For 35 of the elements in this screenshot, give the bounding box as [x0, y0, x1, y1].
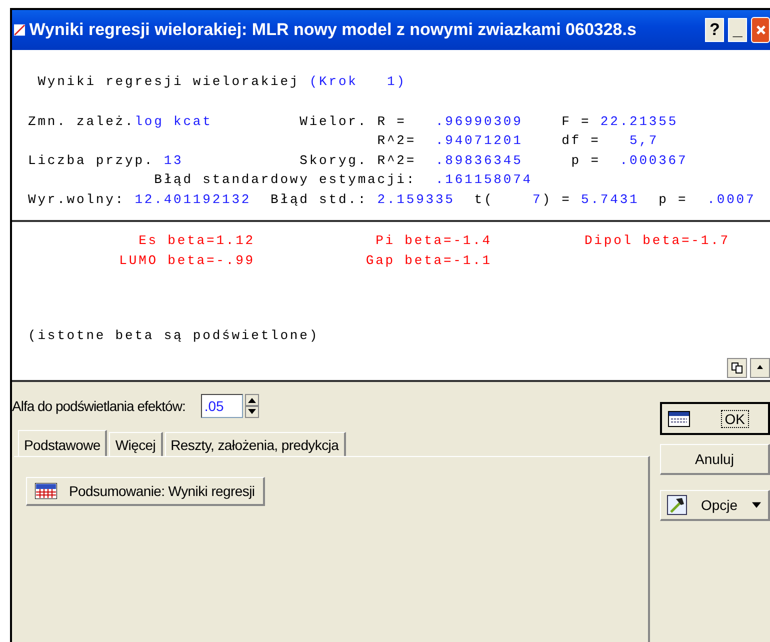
summary-button[interactable]: Podsumowanie: Wyniki regresji: [26, 477, 265, 506]
chart-icon: [14, 22, 26, 38]
minimize-button[interactable]: _: [728, 18, 748, 42]
beta-text: LUMO beta=-.99: [119, 252, 255, 270]
cancel-button[interactable]: Anuluj: [660, 444, 770, 475]
copy-button[interactable]: [727, 358, 747, 378]
close-icon: [754, 24, 767, 36]
copy-icon: [731, 362, 743, 374]
report-line: Wyr.wolny: 12.401192132 Błąd std.: 2.159335 t( 7) = 5.7431 p = .0007: [28, 190, 757, 208]
alpha-label: Alfa do podświetlania efektów:: [12, 398, 186, 414]
beta-text: Dipol beta=-1.7: [584, 232, 730, 250]
tab[interactable]: Więcej: [109, 432, 163, 456]
beta-text: Es beta=1.12: [138, 232, 255, 250]
table-icon: [35, 483, 57, 499]
report-line: Zmn. zależ.log kcat Wielor. R = .96990309 F = 22.21355: [28, 112, 680, 130]
scroll-up-button[interactable]: [750, 358, 770, 378]
beta-text: Gap beta=-1.1: [366, 252, 492, 270]
alpha-field[interactable]: .05: [201, 394, 244, 418]
report-line: R^2= .94071201 df = 5,7: [376, 132, 660, 150]
close-button[interactable]: [751, 17, 770, 43]
note-text: (istotne beta są podświetlone): [28, 327, 320, 345]
spinner[interactable]: [245, 394, 260, 418]
options-button[interactable]: Opcje: [660, 490, 770, 521]
report-heading: Wyniki regresji wielorakiej (Krok 1): [36, 73, 408, 91]
report-line: Liczba przyp. 13 Skoryg. R^2= .89836345 p = .000367: [28, 152, 689, 170]
window-title: Wyniki regresji wielorakiej: MLR nowy model z nowymi zwiazkami 060328.s: [29, 20, 638, 40]
report-line: Błąd standardowy estymacji: .161158074: [153, 171, 534, 189]
caret-icon: [752, 502, 761, 508]
help-button[interactable]: ?: [705, 18, 724, 42]
table-icon: [668, 410, 690, 426]
ok-button[interactable]: OK: [660, 402, 770, 435]
beta-text: Pi beta=-1.4: [376, 232, 492, 250]
hammer-icon: [667, 495, 687, 515]
tab[interactable]: Reszty, założenia, predykcja: [164, 432, 346, 456]
tab[interactable]: Podstawowe: [18, 430, 108, 456]
